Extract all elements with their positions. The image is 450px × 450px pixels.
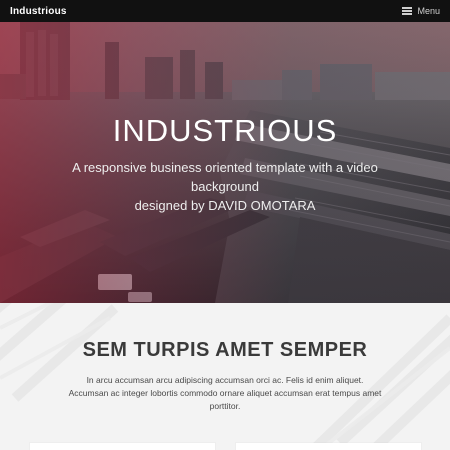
hero-subtitle: A responsive business oriented template … (72, 160, 378, 213)
hamburger-icon (402, 7, 413, 15)
top-nav: Industrious Menu (0, 0, 450, 22)
intro-section: SEM TURPIS AMET SEMPER In arcu accumsan … (0, 303, 450, 450)
menu-button[interactable]: Menu (402, 6, 440, 16)
section-title: SEM TURPIS AMET SEMPER (82, 339, 368, 361)
hero-content: INDUSTRIOUS A responsive business orient… (0, 22, 450, 303)
section-body: In arcu accumsan arcu adipiscing accumsa… (68, 375, 382, 411)
menu-label: Menu (417, 6, 440, 16)
page: Industrious Menu INDUSTRIOUS A responsiv… (0, 0, 450, 450)
hero-title: INDUSTRIOUS (112, 113, 338, 148)
content-card-left (30, 443, 215, 450)
site-brand[interactable]: Industrious (10, 6, 67, 17)
content-card-right (236, 443, 421, 450)
hero-banner: INDUSTRIOUS A responsive business orient… (0, 22, 450, 303)
